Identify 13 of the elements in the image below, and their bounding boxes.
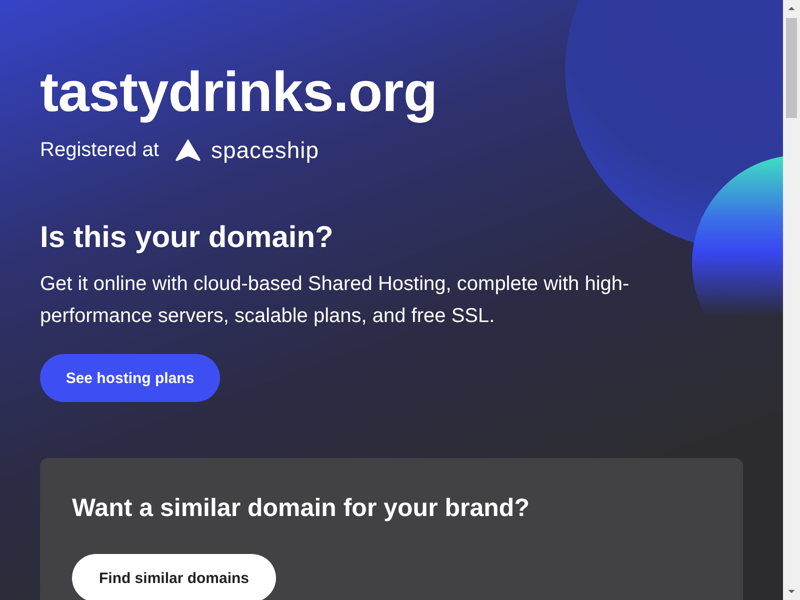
scroll-up-icon[interactable] [787,6,796,11]
scroll-down-icon[interactable] [787,589,796,594]
registered-label: Registered at [40,138,159,162]
domain-title: tastydrinks.org [40,59,438,125]
find-domains-button[interactable]: Find similar domains [72,554,276,600]
brand-name: spaceship [210,136,320,164]
scrollbar[interactable] [783,0,800,600]
triangle-logo-icon [174,138,201,162]
card-heading: Want a similar domain for your brand? [72,493,530,524]
section-heading: Is this your domain? [40,220,334,256]
hosting-description: Get it online with cloud-based Shared Hosting, complete with high-performance servers, scalable plans, and free SSL. [40,272,630,329]
scrollbar-thumb[interactable] [786,18,797,118]
hosting-plans-button[interactable]: See hosting plans [40,354,220,402]
